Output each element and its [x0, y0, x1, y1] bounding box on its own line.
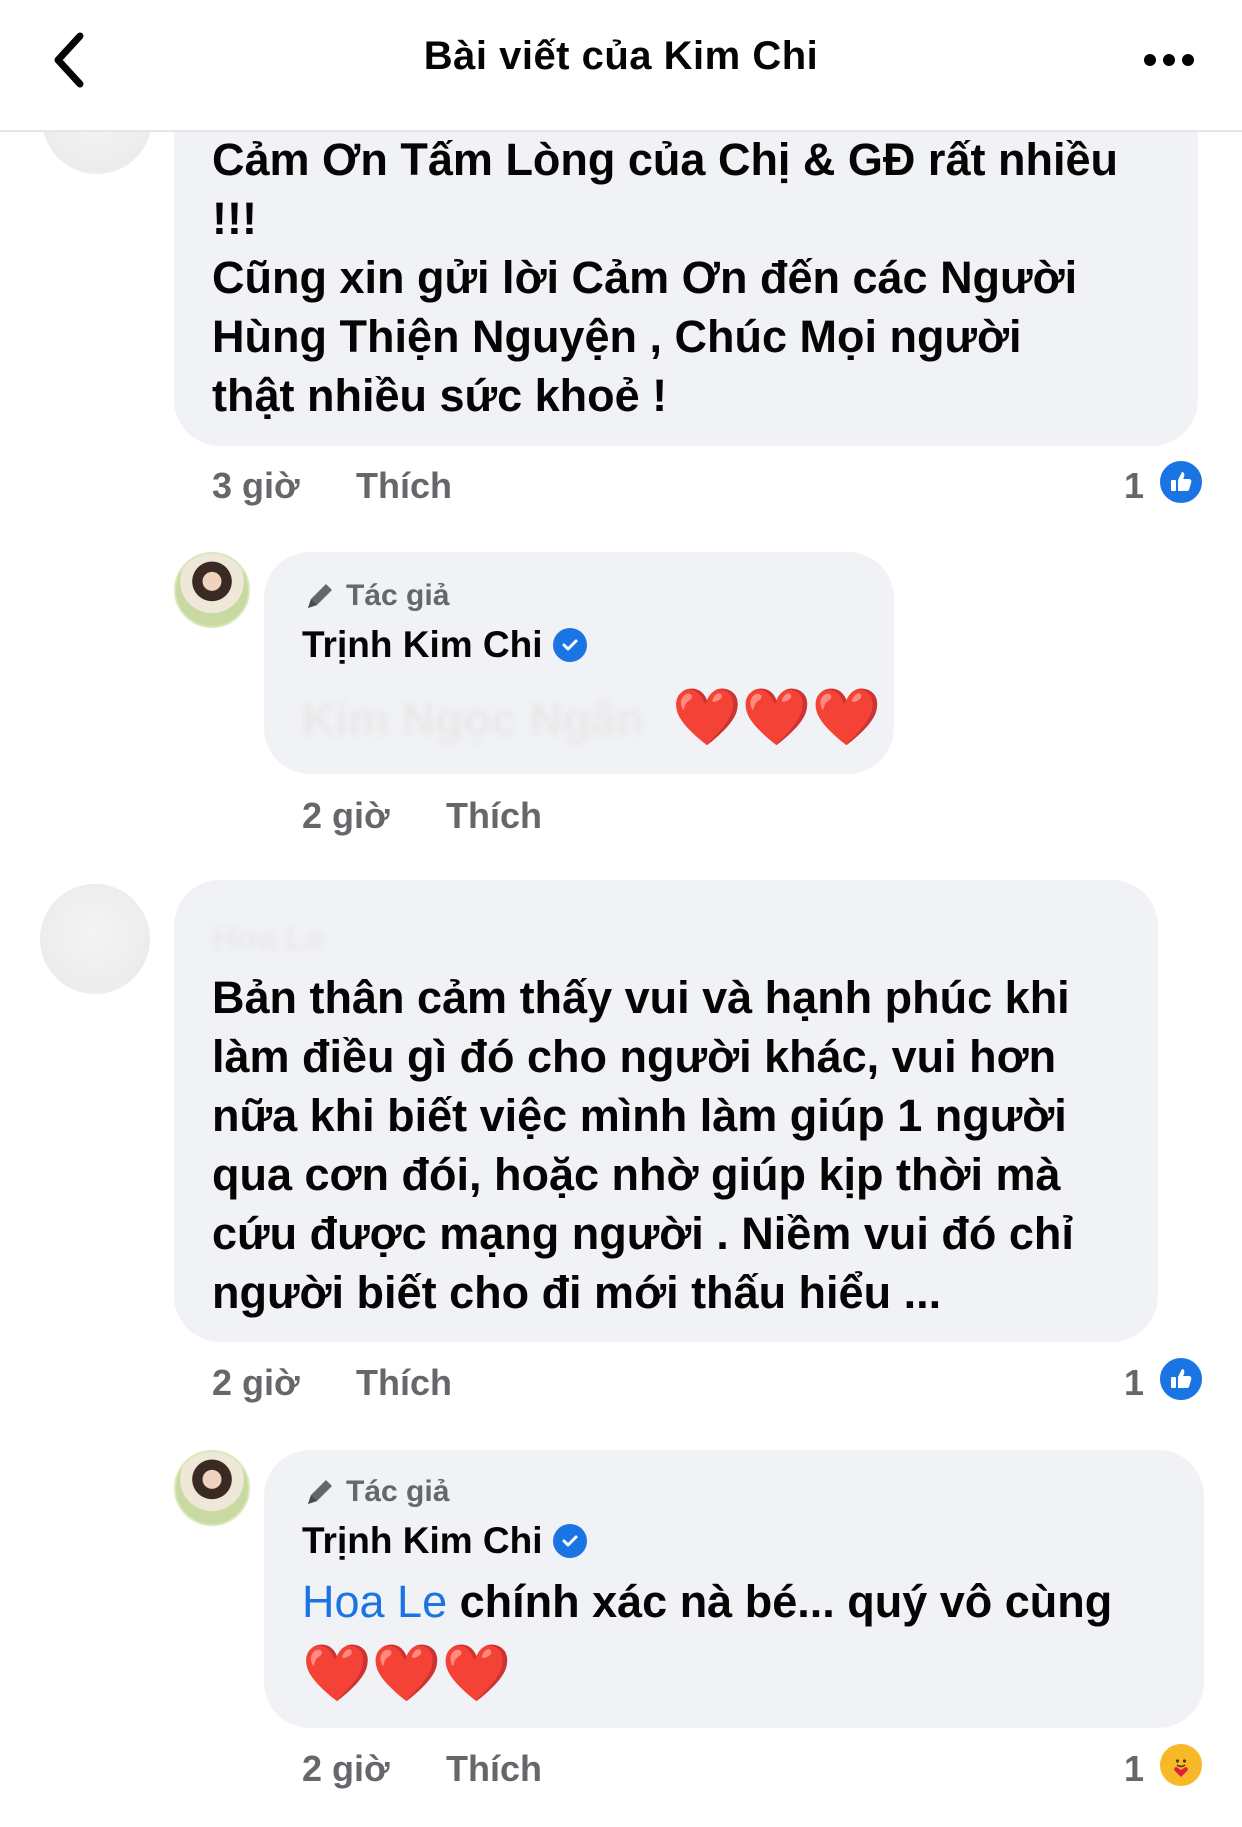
- like-button[interactable]: Thích: [356, 1362, 452, 1404]
- reaction-count[interactable]: 1: [1124, 1748, 1144, 1790]
- care-reaction-badge[interactable]: [1157, 1741, 1205, 1789]
- comment-line: làm điều gì đó cho người khác, vui hơn: [212, 1031, 1057, 1082]
- author-badge: Tác giả: [302, 578, 449, 614]
- more-options-button[interactable]: [1142, 50, 1196, 70]
- comment-line: qua cơn đói, hoặc nhờ giúp kịp thời mà: [212, 1149, 1061, 1200]
- author-badge: Tác giả: [302, 1474, 449, 1510]
- reply-time[interactable]: 2 giờ: [302, 1748, 390, 1790]
- mentioned-user-blurred[interactable]: Kim Ngọc Ngân: [302, 692, 644, 746]
- reply-author-name[interactable]: Trịnh Kim Chi: [302, 1520, 543, 1562]
- mention-link[interactable]: Hoa Le: [302, 1576, 447, 1627]
- reply-like-button[interactable]: Thích: [446, 1748, 542, 1790]
- reply-like-button[interactable]: Thích: [446, 795, 542, 837]
- care-hug-icon: [1171, 1753, 1191, 1777]
- comment-time[interactable]: 3 giờ: [212, 465, 300, 507]
- author-avatar[interactable]: [174, 1450, 250, 1526]
- author-tag-label: Tác giả: [346, 1475, 450, 1508]
- comment-line: Cảm Ơn Tấm Lòng của Chị & GĐ rất nhiều: [212, 134, 1118, 185]
- comment-line: Cũng xin gửi lời Cảm Ơn đến các Người: [212, 252, 1078, 303]
- comment-text: Cảm Ơn Tấm Lòng của Chị & GĐ rất nhiều !…: [212, 130, 1192, 425]
- reaction-count[interactable]: 1: [1124, 1362, 1144, 1404]
- author-tag-label: Tác giả: [346, 579, 450, 612]
- reply-author-name[interactable]: Trịnh Kim Chi: [302, 624, 543, 666]
- commenter-avatar[interactable]: [40, 884, 150, 994]
- pencil-icon: [308, 1480, 332, 1504]
- pencil-icon: [308, 584, 332, 608]
- reply-author[interactable]: Trịnh Kim Chi: [302, 1520, 587, 1562]
- comment-line: !!!: [212, 193, 257, 244]
- like-button[interactable]: Thích: [356, 465, 452, 507]
- verified-badge-icon: [552, 628, 587, 662]
- top-bar: Bài viết của Kim Chi: [0, 0, 1242, 132]
- comment-line: nữa khi biết việc mình làm giúp 1 người: [212, 1090, 1067, 1141]
- page-title: Bài viết của Kim Chi: [423, 34, 819, 78]
- commenter-name-blurred[interactable]: Hoa Le: [212, 920, 325, 959]
- comment-line: cứu được mạng người . Niềm vui đó chỉ: [212, 1208, 1074, 1259]
- comment-line: Bản thân cảm thấy vui và hạnh phúc khi: [212, 972, 1070, 1023]
- like-reaction-badge[interactable]: [1157, 1355, 1205, 1403]
- more-horizontal-icon: [1144, 54, 1194, 66]
- comment-line: người biết cho đi mới thấu hiểu ...: [212, 1267, 942, 1318]
- like-reaction-badge[interactable]: [1157, 458, 1205, 506]
- reply-author[interactable]: Trịnh Kim Chi: [302, 624, 587, 666]
- comment-time[interactable]: 2 giờ: [212, 1362, 300, 1404]
- comment-text: Bản thân cảm thấy vui và hạnh phúc khi l…: [212, 968, 1172, 1322]
- thumbs-up-icon: [1171, 1369, 1192, 1388]
- comment-line: thật nhiều sức khoẻ !: [212, 370, 668, 421]
- reply-text: Hoa Le chính xác nà bé... quý vô cùng: [302, 1572, 1202, 1632]
- verified-badge-icon: [552, 1524, 587, 1558]
- heart-emojis: ❤️❤️❤️: [302, 1641, 512, 1704]
- reaction-count[interactable]: 1: [1124, 465, 1144, 507]
- reply-body: chính xác nà bé... quý vô cùng: [447, 1576, 1113, 1627]
- heart-emojis: ❤️❤️❤️: [672, 685, 882, 748]
- author-avatar[interactable]: [174, 552, 250, 628]
- thumbs-up-icon: [1171, 472, 1192, 491]
- reply-time[interactable]: 2 giờ: [302, 795, 390, 837]
- comment-line: Hùng Thiện Nguyện , Chúc Mọi người: [212, 311, 1022, 362]
